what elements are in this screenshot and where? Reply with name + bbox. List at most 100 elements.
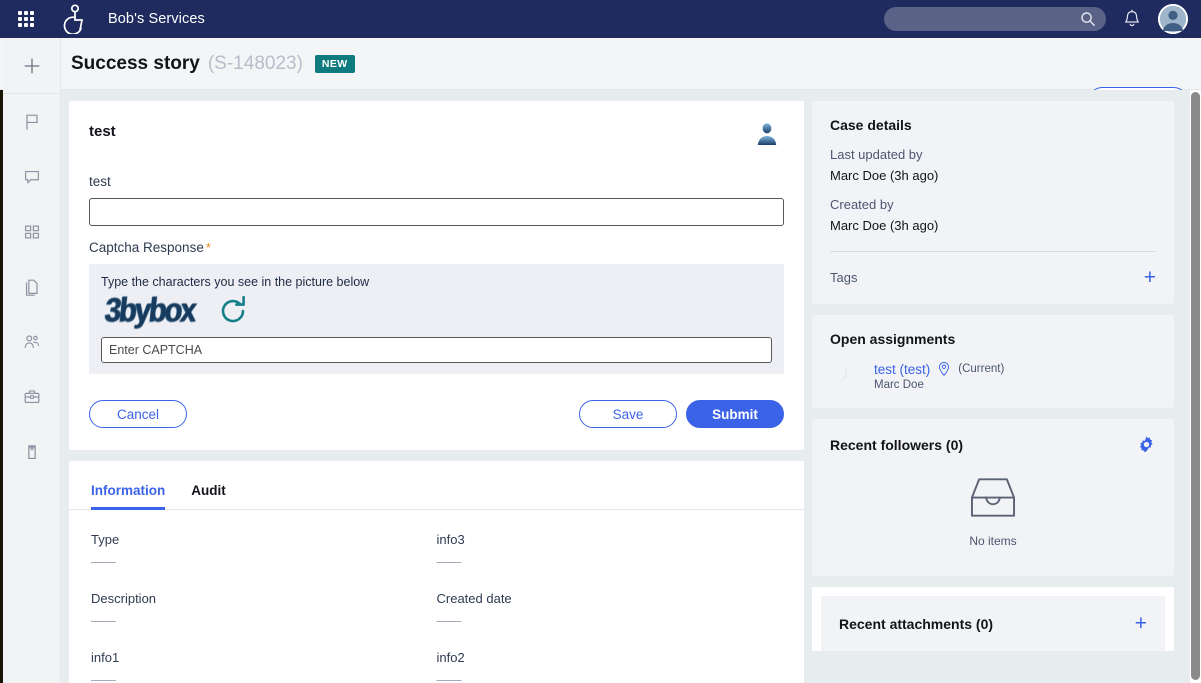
created-by-label: Created by (830, 197, 1156, 212)
info-field-key: info3 (437, 532, 783, 547)
info-field-key: info1 (91, 650, 437, 665)
details-tab-card: Information Audit Type —— info3 —— Descr… (69, 461, 804, 683)
info-field-value: —— (91, 554, 437, 569)
plus-icon (22, 56, 42, 76)
top-navigation-bar: Bob's Services (0, 0, 1201, 38)
right-column: Case details Last updated by Marc Doe (3… (812, 101, 1174, 651)
grid-apps-icon[interactable] (16, 9, 36, 29)
recent-attachments-panel: Recent attachments (0) + (821, 596, 1165, 651)
recent-attachments-title: Recent attachments (0) (839, 616, 993, 632)
cancel-button[interactable]: Cancel (89, 400, 187, 428)
info-field: Created date —— (437, 591, 783, 628)
assignment-current-label: (Current) (958, 363, 1004, 375)
page-title-group: Success story (S-148023) NEW (71, 38, 355, 90)
info-field: info2 —— (437, 650, 783, 683)
assignment-link[interactable]: test (test) (874, 362, 930, 377)
flag-icon (22, 112, 42, 132)
captcha-panel: Type the characters you see in the pictu… (89, 264, 784, 374)
user-avatar-icon[interactable] (1158, 4, 1188, 34)
empty-tray-icon (966, 476, 1020, 520)
info-field-key: Description (91, 591, 437, 606)
sidebar-item-messages[interactable] (3, 149, 61, 204)
global-search-box[interactable] (884, 7, 1106, 31)
captcha-image-row: 3bybox (101, 293, 772, 329)
assignment-row: test (test) (Current) Marc Doe (830, 360, 1156, 392)
page-title: Success story (71, 53, 200, 75)
sidebar-item-flag[interactable] (3, 94, 61, 149)
primary-button-group: Save Submit (579, 400, 784, 428)
gear-icon[interactable] (1137, 435, 1156, 454)
captcha-image: 3bybox (99, 292, 197, 331)
sidebar-item-tags[interactable] (3, 424, 61, 479)
chat-bubble-icon (22, 167, 42, 187)
info-field-key: Type (91, 532, 437, 547)
case-details-title: Case details (830, 117, 1156, 133)
recent-followers-panel: Recent followers (0) No items (812, 419, 1174, 576)
created-by-value: Marc Doe (3h ago) (830, 218, 1156, 233)
info-field-value: —— (437, 613, 783, 628)
info-field: info1 —— (91, 650, 437, 683)
wheelchair-accessibility-icon[interactable] (58, 4, 86, 34)
form-card: test test Captcha Response* Ty (69, 101, 804, 450)
last-updated-value: Marc Doe (3h ago) (830, 168, 1156, 183)
sidebar-item-create[interactable] (3, 38, 61, 93)
search-icon (1080, 11, 1096, 27)
captcha-hint: Type the characters you see in the pictu… (101, 275, 772, 289)
tab-audit[interactable]: Audit (191, 483, 226, 510)
save-button[interactable]: Save (579, 400, 677, 428)
case-id-label: (S-148023) (208, 53, 303, 75)
case-details-divider (830, 251, 1156, 252)
add-tag-icon[interactable]: + (1144, 267, 1156, 288)
sidebar-item-cases[interactable] (3, 369, 61, 424)
main-column: test test Captcha Response* Ty (69, 101, 804, 683)
form-button-row: Cancel Save Submit (89, 374, 784, 450)
status-badge: NEW (315, 55, 355, 73)
tags-row: Tags + (830, 267, 1156, 288)
info-field: Description —— (91, 591, 437, 628)
tab-bar: Information Audit (69, 461, 804, 510)
sidebar-item-people[interactable] (3, 314, 61, 369)
page-header-bar: Success story (S-148023) NEW Actions (0, 38, 1201, 90)
assignment-assignee: Marc Doe (874, 379, 1004, 391)
sidebar-item-documents[interactable] (3, 259, 61, 314)
open-assignments-title: Open assignments (830, 331, 1156, 347)
info-field-value: —— (91, 613, 437, 628)
documents-icon (22, 277, 42, 297)
add-attachment-icon[interactable]: + (1135, 613, 1147, 634)
brand-title: Bob's Services (108, 11, 205, 27)
information-field-grid: Type —— info3 —— Description —— Created … (69, 510, 804, 683)
captcha-input[interactable] (101, 337, 772, 363)
sidebar-item-dashboard[interactable] (3, 204, 61, 259)
assignment-title-row: test (test) (Current) (874, 361, 1004, 377)
submit-button[interactable]: Submit (686, 400, 784, 428)
case-details-panel: Case details Last updated by Marc Doe (3… (812, 101, 1174, 304)
refresh-icon[interactable] (215, 293, 251, 329)
info-field: Type —— (91, 532, 437, 569)
bell-icon[interactable] (1122, 9, 1142, 30)
clock-icon (830, 360, 862, 392)
field-label-test: test (89, 174, 784, 189)
recent-followers-title: Recent followers (0) (830, 437, 963, 453)
open-assignments-panel: Open assignments test (test) (812, 315, 1174, 408)
info-field-key: info2 (437, 650, 783, 665)
left-icon-rail (3, 38, 61, 683)
info-field-value: —— (91, 672, 437, 683)
grid-squares-icon (22, 222, 42, 242)
tab-information[interactable]: Information (91, 483, 165, 510)
last-updated-label: Last updated by (830, 147, 1156, 162)
recent-attachments-header: Recent attachments (0) + (839, 613, 1147, 634)
recent-followers-empty-state: No items (830, 454, 1156, 554)
recent-followers-header: Recent followers (0) (830, 435, 1156, 454)
user-silhouette-icon (754, 121, 780, 147)
recent-followers-empty-label: No items (969, 534, 1016, 548)
vertical-scrollbar[interactable] (1191, 92, 1200, 680)
info-field-value: —— (437, 554, 783, 569)
app-root: Bob's Services (0, 0, 1201, 683)
content-scroll-area: test test Captcha Response* Ty (61, 90, 1190, 683)
tags-label: Tags (830, 270, 857, 285)
info-field-value: —— (437, 672, 783, 683)
form-title: test (89, 123, 784, 140)
briefcase-icon (22, 387, 42, 407)
recent-attachments-card: Recent attachments (0) + (812, 587, 1174, 651)
test-input[interactable] (89, 198, 784, 226)
